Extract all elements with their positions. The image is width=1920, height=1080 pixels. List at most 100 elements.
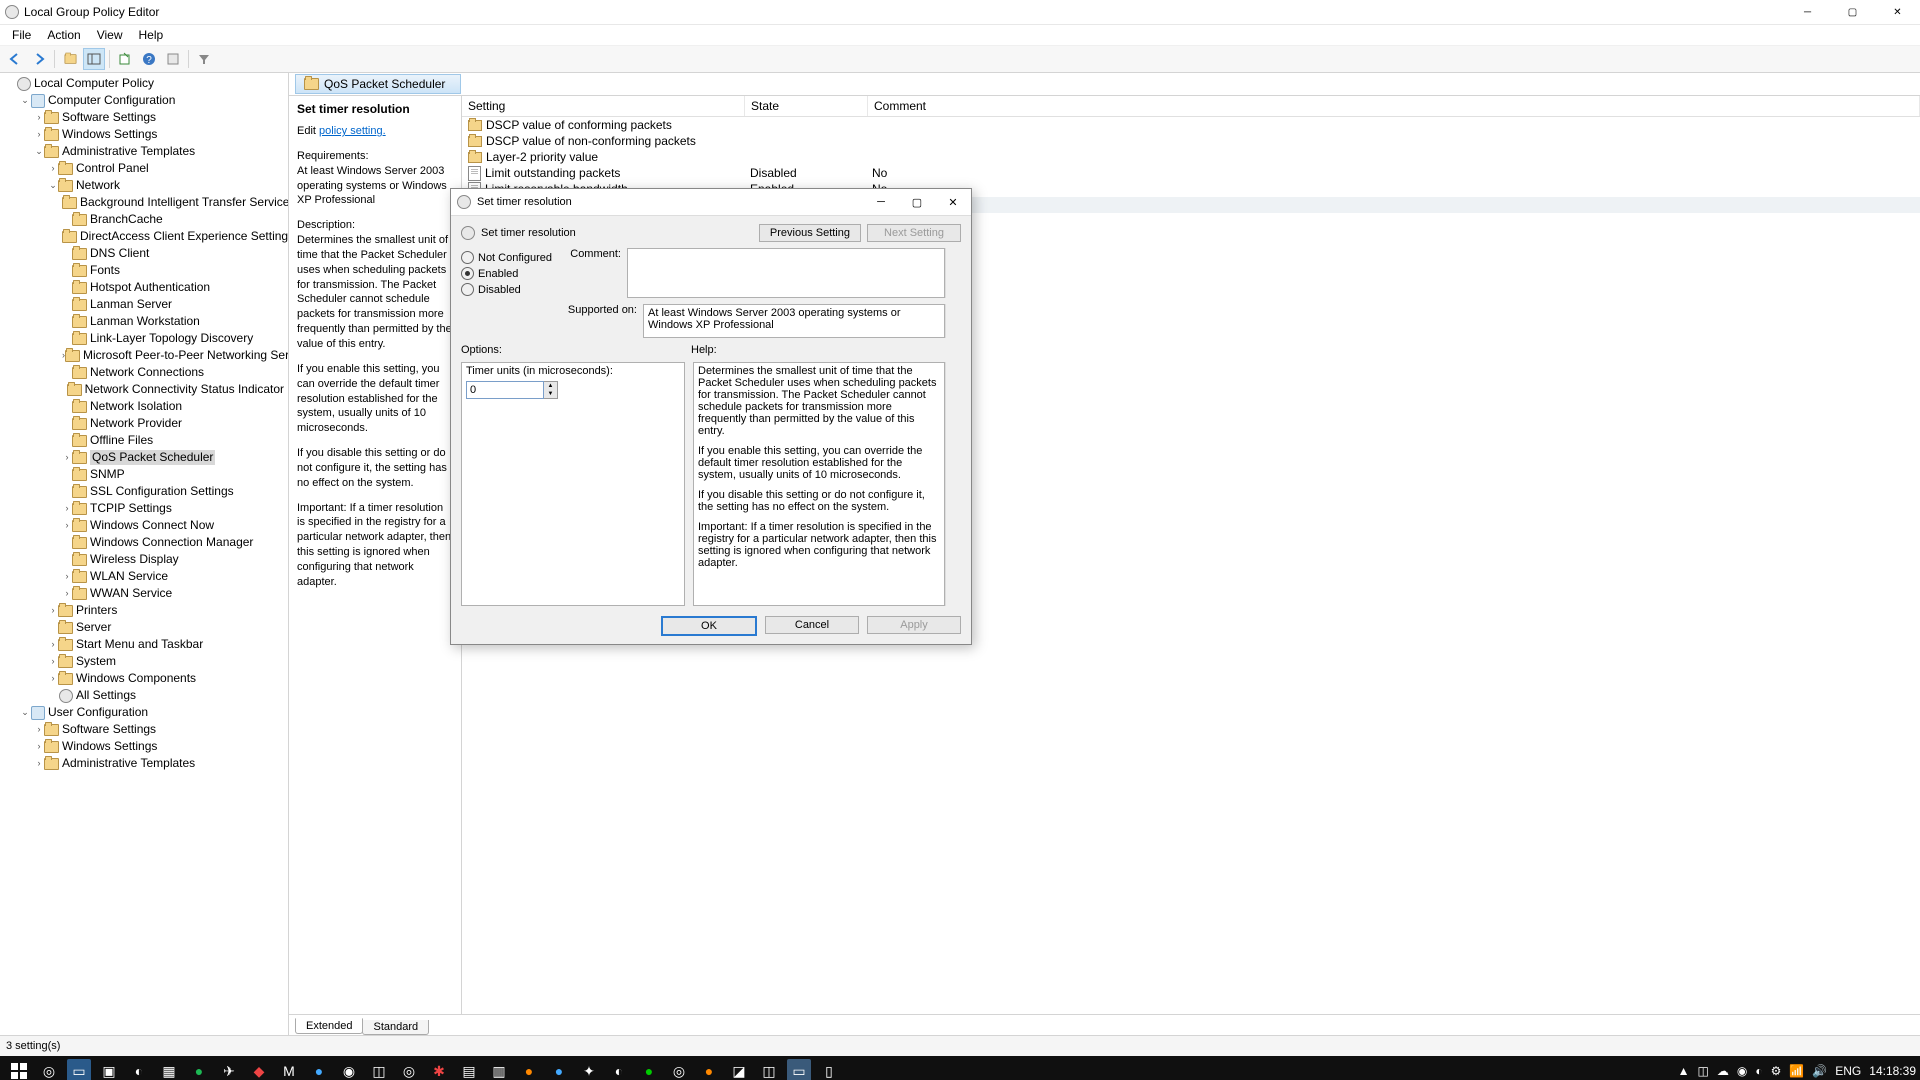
tree-item[interactable]: ›Microsoft Peer-to-Peer Networking Servi… (60, 347, 286, 364)
dialog-titlebar[interactable]: Set timer resolution ─ ▢ ✕ (451, 189, 971, 216)
next-setting-button[interactable]: Next Setting (867, 224, 961, 242)
tree-item[interactable]: Hotspot Authentication (60, 279, 286, 296)
tree-item[interactable]: Server (46, 619, 286, 636)
tree-pane[interactable]: Local Computer Policy ⌄Computer Configur… (0, 73, 289, 1035)
dialog-maximize-button[interactable]: ▢ (899, 189, 935, 215)
taskbar-app-icon[interactable]: ● (637, 1059, 661, 1080)
tab-standard[interactable]: Standard (362, 1020, 429, 1035)
tree-item[interactable]: ›Windows Settings (32, 126, 286, 143)
taskbar-app-icon[interactable]: ● (697, 1059, 721, 1080)
taskbar-app-icon[interactable]: ◎ (397, 1059, 421, 1080)
tree-item[interactable]: Link-Layer Topology Discovery (60, 330, 286, 347)
comment-textarea[interactable] (627, 248, 945, 298)
tray-icon[interactable]: 📶 (1789, 1064, 1804, 1078)
tree-item[interactable]: ›Windows Connect Now (60, 517, 286, 534)
tray-lang[interactable]: ENG (1835, 1064, 1861, 1078)
tray-icon[interactable]: ◐ (1755, 1064, 1762, 1078)
radio-disabled[interactable]: Disabled (461, 283, 561, 296)
tree-item[interactable]: ›Printers (46, 602, 286, 619)
tree-root[interactable]: Local Computer Policy (4, 75, 286, 92)
tree-user-config[interactable]: ⌄User Configuration (18, 704, 286, 721)
close-button[interactable]: ✕ (1875, 0, 1920, 24)
forward-button[interactable] (28, 48, 50, 70)
up-button[interactable] (59, 48, 81, 70)
ok-button[interactable]: OK (661, 616, 757, 636)
tree-network[interactable]: ⌄Network (46, 177, 286, 194)
maximize-button[interactable]: ▢ (1830, 0, 1875, 24)
tree-item[interactable]: SSL Configuration Settings (60, 483, 286, 500)
back-button[interactable] (4, 48, 26, 70)
list-row[interactable]: Layer-2 priority value (462, 149, 1920, 165)
properties-button[interactable] (162, 48, 184, 70)
tree-item[interactable]: BranchCache (60, 211, 286, 228)
taskbar-app-icon[interactable]: ◫ (367, 1059, 391, 1080)
tree-item[interactable]: DirectAccess Client Experience Settings (60, 228, 286, 245)
timer-units-spinner[interactable]: ▲▼ (466, 381, 680, 399)
tray-clock[interactable]: 14:18:39 (1869, 1064, 1916, 1078)
export-button[interactable] (114, 48, 136, 70)
list-row[interactable]: DSCP value of non-conforming packets (462, 133, 1920, 149)
taskbar-app-icon[interactable]: ◐ (607, 1059, 631, 1080)
dialog-close-button[interactable]: ✕ (935, 189, 971, 215)
taskbar-app-icon[interactable]: ▤ (457, 1059, 481, 1080)
taskbar-app-icon[interactable]: ✱ (427, 1059, 451, 1080)
taskbar-app-icon[interactable]: ▦ (157, 1059, 181, 1080)
tree-item[interactable]: Lanman Workstation (60, 313, 286, 330)
taskbar-app-icon[interactable]: ✦ (577, 1059, 601, 1080)
tree-item[interactable]: SNMP (60, 466, 286, 483)
tray-icon[interactable]: ☁ (1717, 1064, 1729, 1078)
tree-item[interactable]: Network Connections (60, 364, 286, 381)
tree-item[interactable]: Network Isolation (60, 398, 286, 415)
help-button[interactable]: ? (138, 48, 160, 70)
edit-policy-link[interactable]: policy setting. (319, 125, 386, 137)
start-button[interactable] (7, 1059, 31, 1080)
tree-item[interactable]: Fonts (60, 262, 286, 279)
cancel-button[interactable]: Cancel (765, 616, 859, 634)
tray-icon[interactable]: ▲ (1678, 1064, 1690, 1078)
taskbar-app-icon[interactable]: ● (547, 1059, 571, 1080)
list-row[interactable]: Limit outstanding packetsDisabledNo (462, 165, 1920, 181)
menu-help[interactable]: Help (131, 28, 172, 42)
taskbar-app-icon[interactable]: ▯ (817, 1059, 841, 1080)
menu-view[interactable]: View (89, 28, 131, 42)
dialog-minimize-button[interactable]: ─ (863, 189, 899, 215)
previous-setting-button[interactable]: Previous Setting (759, 224, 861, 242)
scrollbar[interactable] (945, 248, 961, 298)
radio-enabled[interactable]: Enabled (461, 267, 561, 280)
radio-not-configured[interactable]: Not Configured (461, 251, 561, 264)
taskbar-app-icon[interactable]: ◆ (247, 1059, 271, 1080)
taskbar-app-icon[interactable]: ▭ (67, 1059, 91, 1080)
col-state[interactable]: State (745, 96, 868, 116)
tree-item[interactable]: All Settings (46, 687, 286, 704)
tree-item[interactable]: Wireless Display (60, 551, 286, 568)
taskbar-app-icon[interactable]: ▣ (97, 1059, 121, 1080)
tree-item[interactable]: ›Software Settings (32, 721, 286, 738)
tab-extended[interactable]: Extended (295, 1018, 363, 1034)
tree-item[interactable]: ›Administrative Templates (32, 755, 286, 772)
scrollbar[interactable] (945, 362, 961, 606)
tray-icon[interactable]: 🔊 (1812, 1064, 1827, 1078)
taskbar-app-icon[interactable]: ◪ (727, 1059, 751, 1080)
tree-item[interactable]: ›Software Settings (32, 109, 286, 126)
apply-button[interactable]: Apply (867, 616, 961, 634)
filter-button[interactable] (193, 48, 215, 70)
tree-item[interactable]: ›WWAN Service (60, 585, 286, 602)
tray-icon[interactable]: ⚙ (1771, 1064, 1782, 1078)
tray-icon[interactable]: ◫ (1698, 1064, 1709, 1078)
tree-item[interactable]: Background Intelligent Transfer Service … (60, 194, 286, 211)
taskbar-app-icon[interactable]: ◫ (757, 1059, 781, 1080)
tree-item[interactable]: Network Provider (60, 415, 286, 432)
taskbar-app-icon[interactable]: ◎ (37, 1059, 61, 1080)
tray-icon[interactable]: ◉ (1737, 1064, 1747, 1078)
taskbar-app-icon[interactable]: ● (517, 1059, 541, 1080)
taskbar-app-icon[interactable]: ✈ (217, 1059, 241, 1080)
tree-item[interactable]: Windows Connection Manager (60, 534, 286, 551)
show-hide-tree-button[interactable] (83, 48, 105, 70)
tree-item[interactable]: ›WLAN Service (60, 568, 286, 585)
scrollbar[interactable] (945, 304, 961, 338)
tree-item[interactable]: Offline Files (60, 432, 286, 449)
tree-item[interactable]: ›Control Panel (46, 160, 286, 177)
menu-action[interactable]: Action (39, 28, 88, 42)
taskbar-app-icon[interactable]: ◉ (337, 1059, 361, 1080)
taskbar-app-icon[interactable]: ▭ (787, 1059, 811, 1080)
